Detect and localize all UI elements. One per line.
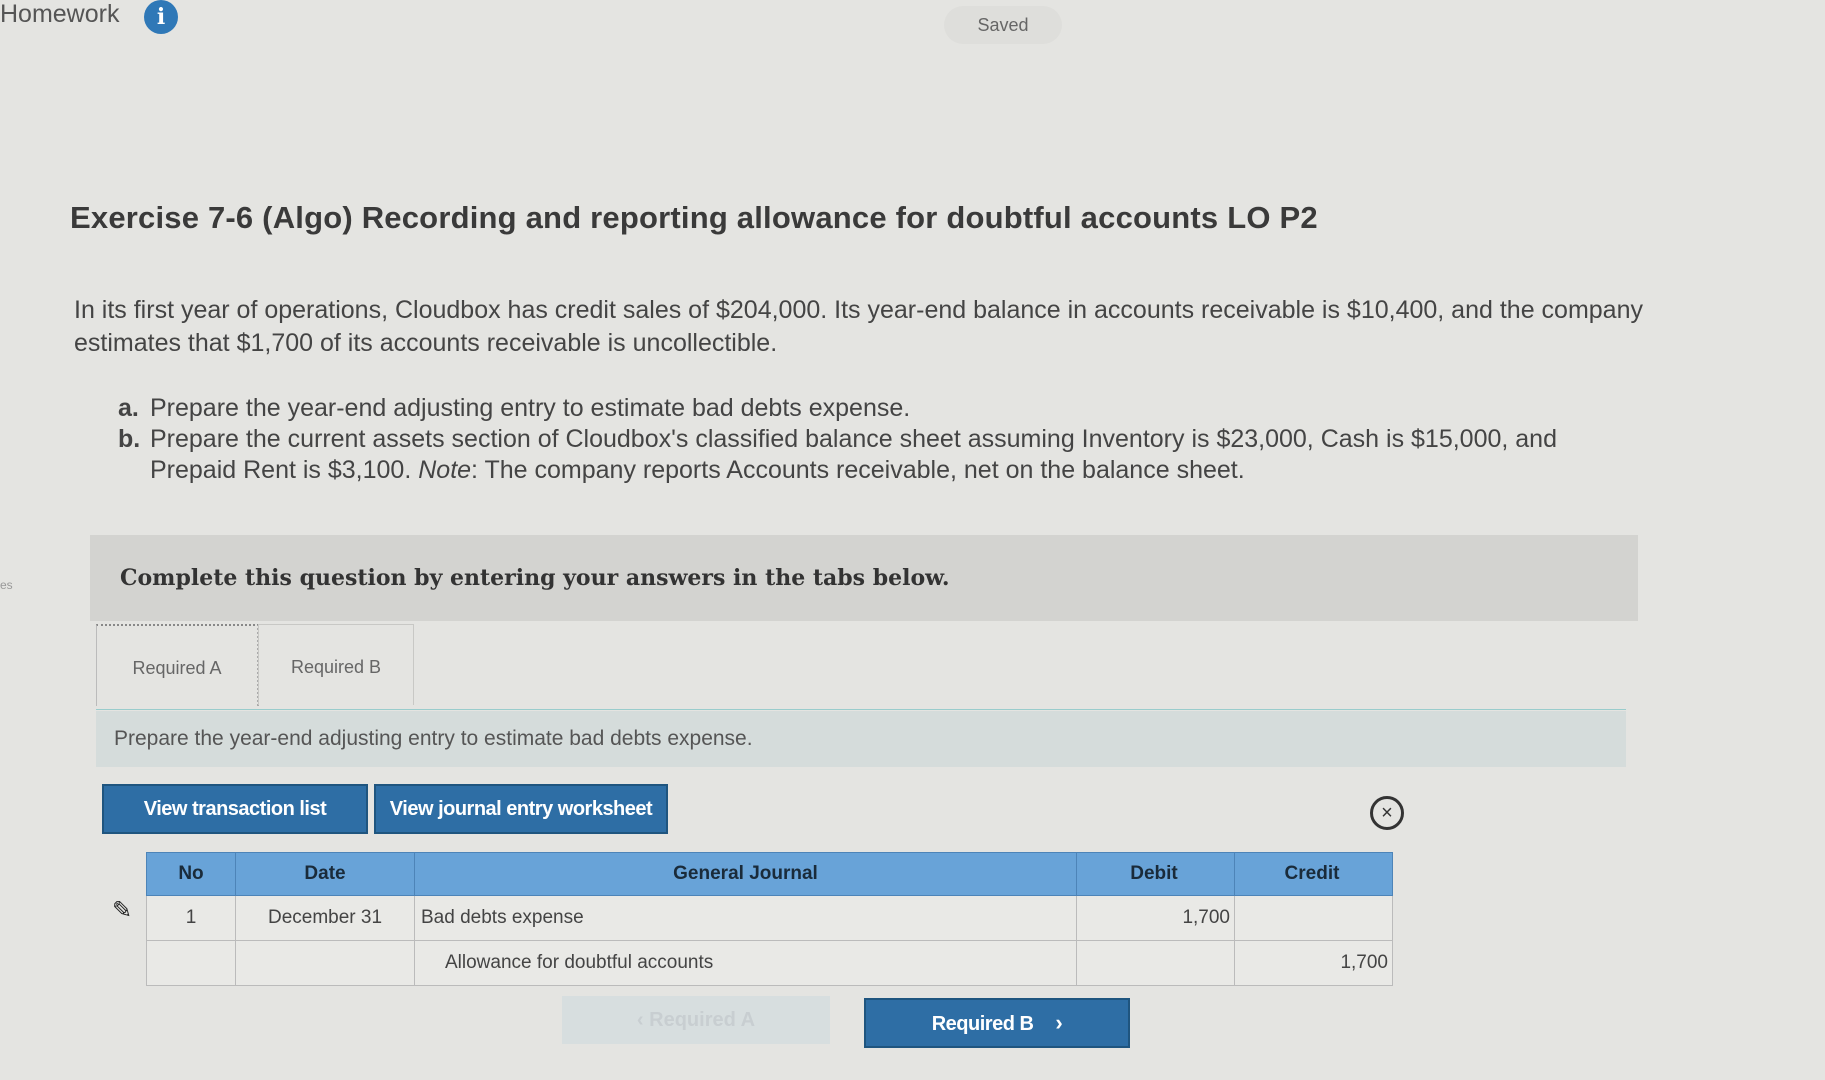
cell-debit <box>1076 940 1235 986</box>
part-a-text: Prepare the year-end adjusting entry to … <box>150 394 911 422</box>
table-row: Allowance for doubtful accounts 1,700 <box>146 940 1393 986</box>
cell-no <box>146 940 236 986</box>
chevron-left-icon: ‹ <box>636 1009 650 1031</box>
page-title: Homework <box>0 0 120 28</box>
part-b-text-after: : The company reports Accounts receivabl… <box>471 456 1245 484</box>
next-button-label: Required B <box>931 1013 1034 1035</box>
view-journal-entry-worksheet-button[interactable]: View journal entry worksheet <box>374 784 668 834</box>
cell-debit: 1,700 <box>1076 895 1235 941</box>
next-required-b-button[interactable]: Required B › <box>864 998 1130 1048</box>
header-date: Date <box>235 852 415 896</box>
exercise-parts: a. Prepare the year-end adjusting entry … <box>118 393 1648 486</box>
exercise-intro: In its first year of operations, Cloudbo… <box>74 296 1643 357</box>
part-a-letter: a. <box>118 394 139 422</box>
part-a: a. Prepare the year-end adjusting entry … <box>118 393 1648 424</box>
tab-divider <box>96 709 1626 710</box>
cell-date: December 31 <box>235 895 415 941</box>
pencil-edit-icon[interactable]: ✎ <box>112 896 132 925</box>
part-b-note-label: Note <box>418 456 472 484</box>
header-credit: Credit <box>1234 852 1393 896</box>
cell-no: 1 <box>146 895 236 941</box>
cell-credit: 1,700 <box>1234 940 1393 986</box>
saved-status-badge: Saved <box>944 6 1062 44</box>
left-sidebar-stub: es <box>0 578 13 592</box>
part-b: b. Prepare the current assets section of… <box>118 424 1648 486</box>
header-debit: Debit <box>1076 852 1235 896</box>
info-icon[interactable]: i <box>144 0 178 34</box>
cell-credit <box>1234 895 1393 941</box>
prev-required-a-button[interactable]: ‹ Required A <box>562 996 830 1044</box>
instruction-banner: Complete this question by entering your … <box>90 535 1638 621</box>
header-no: No <box>146 852 236 896</box>
view-transaction-list-button[interactable]: View transaction list <box>102 784 368 834</box>
table-header-row: No Date General Journal Debit Credit <box>146 852 1393 896</box>
part-b-letter: b. <box>118 425 141 453</box>
chevron-right-icon: › <box>1055 1010 1063 1035</box>
cell-account: Allowance for doubtful accounts <box>414 940 1077 986</box>
tab-instruction-text: Prepare the year-end adjusting entry to … <box>114 727 753 750</box>
tab-required-b[interactable]: Required B <box>258 624 414 705</box>
tab-instruction-bar: Prepare the year-end adjusting entry to … <box>96 711 1626 767</box>
cell-account: Bad debts expense <box>414 895 1077 941</box>
table-row: 1 December 31 Bad debts expense 1,700 <box>146 895 1393 941</box>
general-journal-table: No Date General Journal Debit Credit 1 D… <box>146 852 1393 986</box>
header-general-journal: General Journal <box>414 852 1077 896</box>
cell-date <box>235 940 415 986</box>
banner-text: Complete this question by entering your … <box>120 565 950 591</box>
tab-required-a[interactable]: Required A <box>96 624 259 706</box>
exercise-title: Exercise 7-6 (Algo) Recording and report… <box>70 200 1318 235</box>
close-icon[interactable]: × <box>1370 796 1404 830</box>
prev-button-label: Required A <box>649 1009 756 1031</box>
